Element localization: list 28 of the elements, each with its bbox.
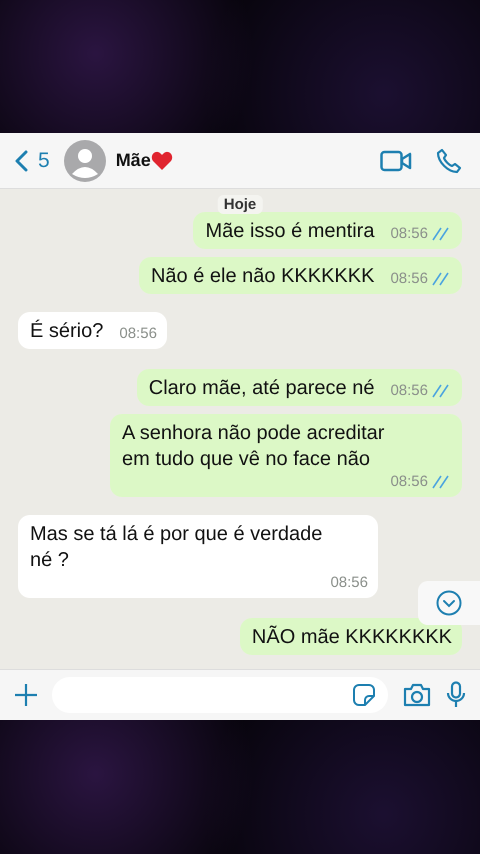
back-chevron-icon [14, 150, 28, 172]
message-time: 08:56 [119, 324, 157, 344]
message-text: É sério? [30, 318, 104, 344]
back-button[interactable]: 5 [12, 148, 54, 172]
message-text: Claro mãe, até parece né [148, 376, 374, 401]
message-text: Não é ele não KKKKKKK [150, 264, 374, 289]
message-text: Mãe isso é mentira [205, 219, 374, 244]
message-text: A senhora não pode acreditar em tudo que vê no face não [122, 421, 386, 472]
message-time: 08:56 [330, 573, 368, 593]
message-time: 08:56 [390, 472, 428, 492]
message-text: NÃO mãe KKKKKKKK [252, 624, 452, 650]
sticker-icon[interactable] [352, 683, 376, 707]
phone-call-icon[interactable] [436, 148, 462, 174]
camera-icon[interactable] [402, 683, 432, 707]
plus-icon[interactable] [14, 683, 38, 707]
date-chip: Hoje [218, 195, 262, 214]
scroll-down-button[interactable] [418, 581, 480, 625]
message-time: 08:56 [390, 381, 428, 401]
contact-name[interactable]: Mãe [116, 150, 151, 171]
heart-icon [150, 150, 173, 170]
avatar-silhouette-icon[interactable] [64, 140, 106, 182]
message-time: 08:56 [390, 269, 428, 289]
message-input-field[interactable] [52, 677, 388, 713]
chevron-down-circle-icon [436, 590, 462, 616]
message-text: Mas se tá lá é por que é verdade né ? [30, 522, 324, 573]
microphone-icon[interactable] [446, 681, 466, 709]
message-time: 08:56 [390, 224, 428, 244]
video-call-icon[interactable] [380, 150, 412, 172]
